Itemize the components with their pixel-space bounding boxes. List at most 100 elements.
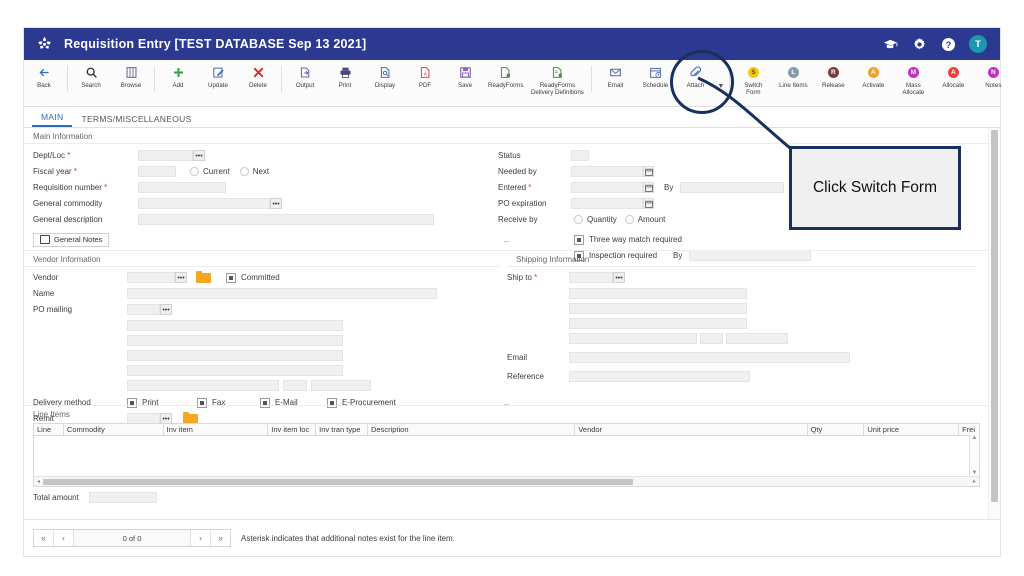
toolbar-switch-form-button[interactable]: S Switch Form [733, 64, 773, 96]
toolbar-email-button[interactable]: Email [595, 64, 635, 89]
vendor-address-line-4[interactable] [127, 365, 343, 376]
grid-scroll-left-icon[interactable]: ◂ [34, 478, 43, 485]
toolbar-allocate-button[interactable]: A Allocate [933, 64, 973, 89]
toolbar-release-button[interactable]: R Release [813, 64, 853, 89]
vendor-address-line-1[interactable] [127, 320, 343, 331]
column-header-commodity[interactable]: Commodity [64, 424, 164, 435]
ship-address-line-2[interactable] [569, 303, 747, 314]
toolbar-back-button[interactable]: Back [24, 64, 64, 89]
ship-to-input[interactable] [569, 272, 613, 283]
toolbar-print-button[interactable]: Print [325, 64, 365, 89]
vendor-folder-icon[interactable] [196, 270, 211, 283]
entered-calendar-icon[interactable] [643, 182, 654, 193]
column-header-freight[interactable]: Frei [959, 424, 979, 435]
receive-by-quantity-radio[interactable] [574, 215, 583, 224]
entered-input[interactable] [571, 182, 643, 193]
column-header-unit-price[interactable]: Unit price [864, 424, 960, 435]
column-header-inv-tran-type[interactable]: Inv tran type [316, 424, 368, 435]
general-description-input[interactable] [138, 214, 434, 225]
form-vertical-scrollbar[interactable] [988, 128, 1000, 519]
main-section-collapse-toggle[interactable]: – [504, 237, 509, 246]
toolbar-display-button[interactable]: Display [365, 64, 405, 89]
vendor-name-input[interactable] [127, 288, 437, 299]
requisition-number-input[interactable] [138, 182, 226, 193]
fiscal-year-input[interactable] [138, 166, 176, 177]
vendor-zip-input[interactable] [311, 380, 371, 391]
po-mailing-input[interactable] [127, 304, 160, 315]
entered-by-input[interactable] [680, 182, 785, 193]
toolbar-save-button[interactable]: Save [445, 64, 485, 89]
dept-loc-lookup-icon[interactable]: ••• [193, 150, 205, 161]
attach-dropdown-caret-icon[interactable]: ▼ [717, 77, 724, 90]
column-header-line[interactable]: Line [34, 424, 64, 435]
graduation-cap-icon[interactable] [882, 36, 898, 52]
vendor-address-line-2[interactable] [127, 335, 343, 346]
needed-by-calendar-icon[interactable] [643, 166, 654, 177]
ship-email-input[interactable] [569, 352, 850, 363]
column-header-qty[interactable]: Qty [808, 424, 865, 435]
fiscal-year-current-radio[interactable] [190, 167, 199, 176]
toolbar-readyforms-delivery-button[interactable]: ReadyForms Delivery Definitions [526, 64, 588, 96]
tab-terms-miscellaneous[interactable]: TERMS/MISCELLANEOUS [72, 114, 200, 127]
pager-first-button[interactable]: « [34, 530, 54, 546]
ship-address-line-3[interactable] [569, 318, 747, 329]
column-header-inv-item[interactable]: Inv item [164, 424, 269, 435]
toolbar-output-button[interactable]: Output [285, 64, 325, 89]
toolbar-add-button[interactable]: Add [158, 64, 198, 89]
general-commodity-lookup-icon[interactable]: ••• [270, 198, 282, 209]
form-scroll-thumb[interactable] [991, 130, 998, 502]
toolbar-delete-button[interactable]: Delete [238, 64, 278, 89]
ship-city-input[interactable] [569, 333, 697, 344]
general-notes-button[interactable]: General Notes [33, 232, 110, 247]
grid-horizontal-scrollbar[interactable]: ◂ ▸ [34, 476, 979, 486]
line-items-collapse-toggle[interactable]: – [24, 515, 989, 520]
po-expiration-calendar-icon[interactable] [643, 198, 654, 209]
column-header-description[interactable]: Description [368, 424, 576, 435]
tab-main[interactable]: MAIN [32, 112, 73, 127]
toolbar-line-items-button[interactable]: L Line Items [773, 64, 813, 89]
ship-address-line-1[interactable] [569, 288, 747, 299]
gear-icon[interactable] [911, 36, 927, 52]
toolbar-mass-allocate-button[interactable]: M Mass Allocate [893, 64, 933, 96]
fiscal-year-next-radio[interactable] [239, 167, 249, 176]
ship-address-line-2-row [569, 302, 850, 315]
vendor-lookup-icon[interactable]: ••• [175, 272, 187, 283]
pager-last-button[interactable]: » [210, 530, 230, 546]
toolbar-activate-button[interactable]: A Activate [853, 64, 893, 89]
three-way-match-checkbox[interactable] [574, 234, 584, 245]
toolbar-readyforms-button[interactable]: ReadyForms [485, 64, 526, 89]
toolbar-search-button[interactable]: Search [71, 64, 111, 89]
grid-vertical-scrollbar[interactable]: ▲ ▼ [969, 435, 979, 477]
general-commodity-input[interactable] [138, 198, 270, 209]
toolbar-browse-button[interactable]: Browse [111, 64, 151, 89]
toolbar-pdf-button[interactable]: A PDF [405, 64, 445, 89]
po-mailing-lookup-icon[interactable]: ••• [160, 304, 172, 315]
vendor-address-line-3[interactable] [127, 350, 343, 361]
toolbar-update-button[interactable]: Update [198, 64, 238, 89]
vendor-state-input[interactable] [283, 380, 307, 391]
needed-by-input[interactable] [571, 166, 643, 177]
committed-checkbox[interactable] [226, 272, 236, 283]
ship-zip-input[interactable] [726, 333, 788, 344]
vendor-input[interactable] [127, 272, 175, 283]
toolbar-schedule-button[interactable]: Schedule [635, 64, 675, 89]
column-header-vendor[interactable]: Vendor [575, 424, 808, 435]
vendor-city-input[interactable] [127, 380, 279, 391]
toolbar-attach-button[interactable]: Attach [675, 64, 715, 89]
pager-next-button[interactable]: › [190, 530, 210, 546]
column-header-inv-item-loc[interactable]: Inv item loc [268, 424, 317, 435]
grid-scroll-up-icon[interactable]: ▲ [972, 435, 978, 442]
ship-state-input[interactable] [700, 333, 723, 344]
toolbar-notes-button[interactable]: N Notes [973, 64, 1013, 89]
pager-prev-button[interactable]: ‹ [54, 530, 74, 546]
receive-by-amount-radio[interactable] [624, 215, 634, 224]
dept-loc-input[interactable] [138, 150, 193, 161]
question-circle-icon[interactable]: ? [940, 36, 956, 52]
po-expiration-input[interactable] [571, 198, 643, 209]
ship-to-lookup-icon[interactable]: ••• [613, 272, 625, 283]
ship-reference-input[interactable] [569, 371, 750, 382]
toolbar-copy-button[interactable]: C Copy [1013, 64, 1024, 89]
grid-scroll-right-icon[interactable]: ▸ [970, 478, 979, 485]
grid-hscroll-thumb[interactable] [43, 478, 633, 485]
user-avatar[interactable]: T [969, 35, 987, 53]
